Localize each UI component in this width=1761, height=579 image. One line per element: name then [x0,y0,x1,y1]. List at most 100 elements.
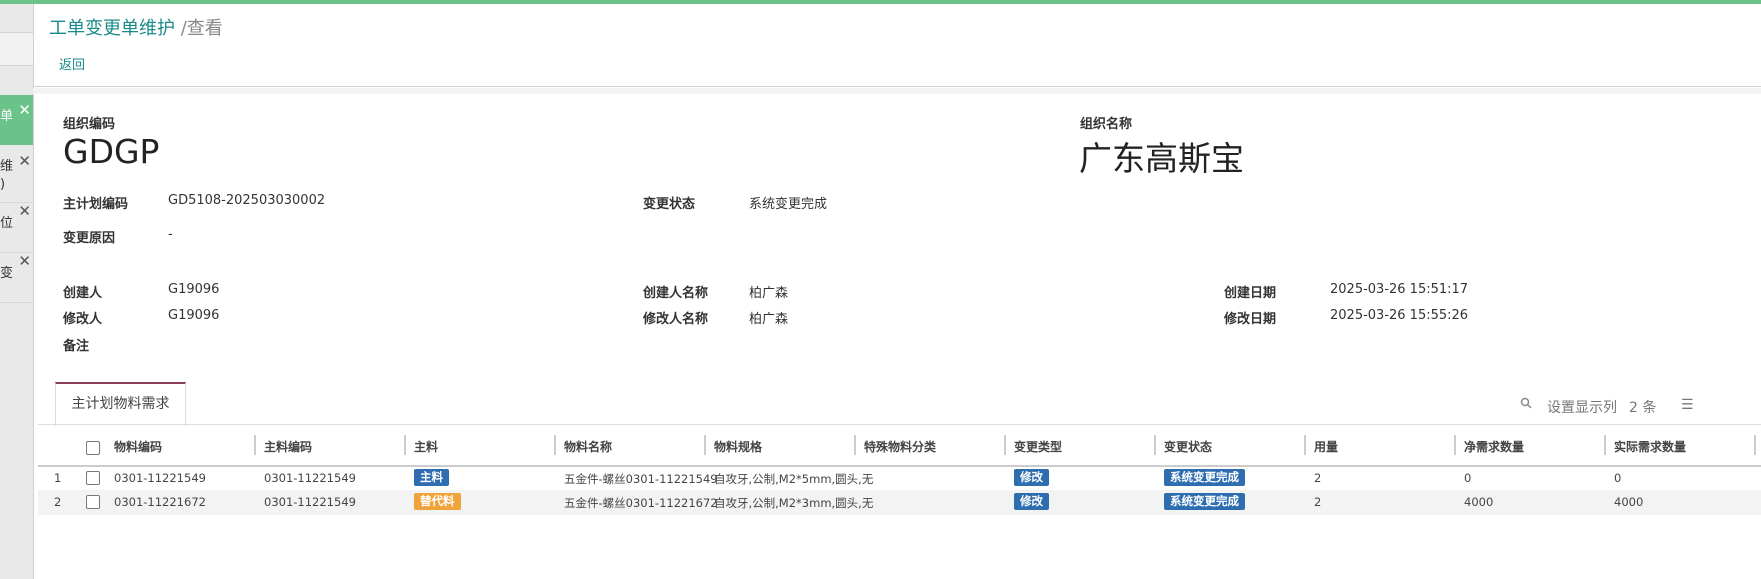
menu-icon[interactable]: ☰ [1681,397,1694,413]
cell-material-code: 0301-11221549 [114,471,206,485]
col-actual-demand[interactable]: 实际需求数量 [1614,438,1686,455]
column-settings-button[interactable]: 设置显示列 [1547,397,1617,417]
left-tab-active[interactable]: 单 ✕ [0,95,33,145]
table-row[interactable]: 2 0301-11221672 0301-11221549 替代料 五金件-螺丝… [38,490,1761,515]
reason-label: 变更原因 [63,231,116,246]
breadcrumb-current: /查看 [180,18,223,39]
breadcrumb: 工单变更单维护 /查看 [49,14,223,40]
org-code-label: 组织编码 [63,117,116,132]
col-special-category[interactable]: 特殊物料分类 [864,438,936,455]
col-separator[interactable] [1154,435,1156,455]
left-tab-label: 单 [0,109,14,124]
back-link[interactable]: 返回 [59,54,85,73]
close-icon[interactable]: ✕ [18,252,31,270]
col-main[interactable]: 主料 [414,438,438,455]
col-separator[interactable] [704,435,706,455]
creator-name-label: 创建人名称 [643,286,709,301]
creator-value: G19096 [168,282,220,297]
table-header: 物料编码 主料编码 主料 物料名称 物料规格 特殊物料分类 变更类型 变更状态 … [38,430,1761,467]
col-material-spec[interactable]: 物料规格 [714,438,762,455]
cell-quantity: 2 [1314,495,1322,509]
change-status-value: 系统变更完成 [749,197,828,212]
col-quantity[interactable]: 用量 [1314,438,1338,455]
col-material-name[interactable]: 物料名称 [564,438,612,455]
remark-label: 备注 [63,339,90,354]
modifier-value: G19096 [168,308,220,323]
search-icon[interactable] [1520,397,1532,413]
row-number: 2 [54,495,62,509]
cell-quantity: 2 [1314,471,1322,485]
org-name-label: 组织名称 [1080,117,1133,132]
left-tab[interactable]: 变 ✕ [0,252,33,303]
col-net-demand[interactable]: 净需求数量 [1464,438,1524,455]
cell-material-name: 五金件-螺丝0301-11221549 [564,472,718,486]
row-checkbox[interactable] [86,471,100,485]
change-type-badge: 修改 [1014,493,1049,510]
col-separator[interactable] [1454,435,1456,455]
change-status-badge: 系统变更完成 [1164,493,1245,510]
reason-value: - [168,227,173,242]
substitute-material-badge: 替代料 [414,493,461,510]
left-tab[interactable]: 位 ✕ [0,202,33,253]
tab-plan-material[interactable]: 主计划物料需求 [55,382,186,426]
left-tab-label: 变 [0,266,14,281]
col-separator[interactable] [404,435,406,455]
left-tab-blank[interactable] [0,32,33,66]
left-tab-label: 维 ) [0,159,14,192]
plan-code-label: 主计划编码 [63,197,129,212]
cell-material-spec: 自攻牙,公制,M2*5mm,圆头,无 [714,472,874,486]
change-status-badge: 系统变更完成 [1164,469,1245,486]
create-date-value: 2025-03-26 15:51:17 [1330,282,1469,297]
row-checkbox[interactable] [86,495,100,509]
col-separator[interactable] [554,435,556,455]
divider-band [33,88,1761,94]
select-all-checkbox[interactable] [86,441,100,455]
cell-net-demand: 0 [1464,471,1472,485]
cell-actual-demand: 4000 [1614,495,1644,509]
main-material-badge: 主料 [414,469,449,486]
col-separator[interactable] [854,435,856,455]
row-number: 1 [54,471,62,485]
org-code-value: GDGP [63,132,160,171]
cell-main-code: 0301-11221549 [264,471,356,485]
close-icon[interactable]: ✕ [18,152,31,170]
create-date-label: 创建日期 [1224,286,1277,301]
close-icon[interactable]: ✕ [18,202,31,220]
close-icon[interactable]: ✕ [18,101,31,119]
change-status-label: 变更状态 [643,197,696,212]
modify-date-value: 2025-03-26 15:55:26 [1330,308,1469,323]
change-type-badge: 修改 [1014,469,1049,486]
col-separator[interactable] [1754,435,1756,455]
cell-actual-demand: 0 [1614,471,1622,485]
modifier-name-label: 修改人名称 [643,312,709,327]
plan-code-value: GD5108-202503030002 [168,193,326,208]
breadcrumb-link[interactable]: 工单变更单维护 [49,18,175,39]
cell-material-name: 五金件-螺丝0301-11221672 [564,496,718,510]
left-tab-strip: 单 ✕ 维 ) ✕ 位 ✕ 变 ✕ [0,4,34,579]
top-accent-bar [0,0,1761,4]
creator-label: 创建人 [63,286,103,301]
record-count: 2 条 [1629,400,1657,416]
col-separator[interactable] [254,435,256,455]
cell-material-code: 0301-11221672 [114,495,206,509]
col-change-type[interactable]: 变更类型 [1014,438,1062,455]
cell-material-spec: 自攻牙,公制,M2*3mm,圆头,无 [714,496,874,510]
modifier-name-value: 柏广森 [749,312,789,327]
org-name-value: 广东高斯宝 [1079,139,1244,178]
left-tab[interactable]: 维 ) ✕ [0,152,33,203]
tab-underline [38,424,1761,425]
col-material-code[interactable]: 物料编码 [114,438,162,455]
cell-main-code: 0301-11221549 [264,495,356,509]
modify-date-label: 修改日期 [1224,312,1277,327]
col-separator[interactable] [1604,435,1606,455]
divider [33,86,1761,87]
col-change-status[interactable]: 变更状态 [1164,438,1212,455]
cell-net-demand: 4000 [1464,495,1494,509]
left-tab-label: 位 [0,216,14,231]
col-main-code[interactable]: 主料编码 [264,438,312,455]
table-row[interactable]: 1 0301-11221549 0301-11221549 主料 五金件-螺丝0… [38,466,1761,491]
modifier-label: 修改人 [63,312,103,327]
col-separator[interactable] [1304,435,1306,455]
col-separator[interactable] [1004,435,1006,455]
creator-name-value: 柏广森 [749,286,789,301]
